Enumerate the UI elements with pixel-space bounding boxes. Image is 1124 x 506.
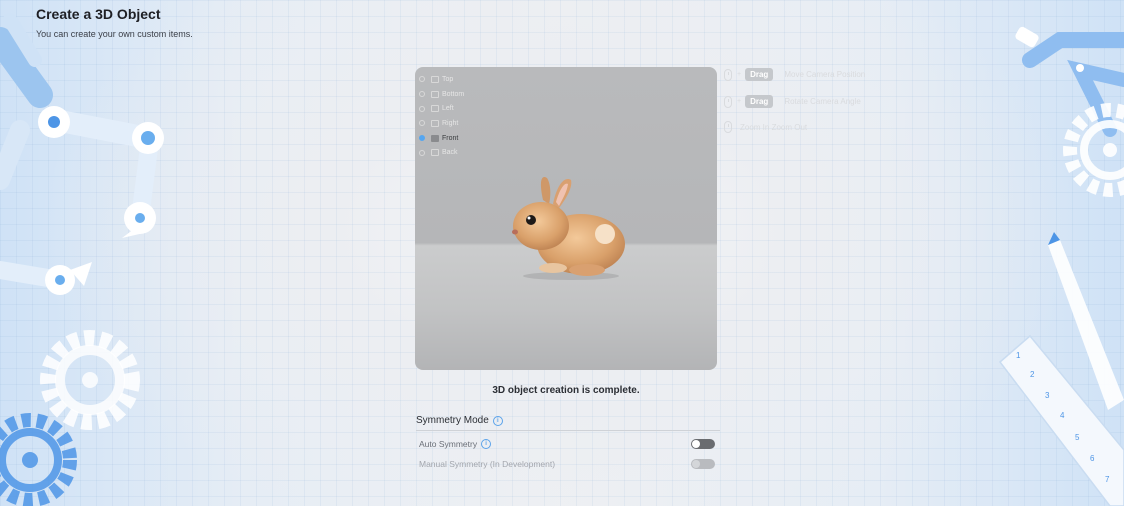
top-view-icon [431,75,439,83]
rabbit-model[interactable] [501,170,631,282]
page-subtitle: You can create your own custom items. [36,29,193,39]
radio-icon[interactable] [419,105,425,112]
view-option-back[interactable]: Back [419,145,464,160]
radio-icon[interactable] [419,135,425,142]
gear-illustration-left [0,330,140,506]
hint-text: Move Camera Position [784,70,866,79]
view-option-right[interactable]: Right [419,116,464,131]
hint-text: Rotate Camera Angle [784,97,861,106]
bottom-view-icon [431,90,439,98]
svg-text:1: 1 [1016,351,1021,360]
radio-icon[interactable] [419,120,425,127]
auto-symmetry-row: Auto Symmetry i [419,439,715,449]
manual-symmetry-toggle [691,459,715,469]
3d-preview-viewport[interactable]: Top Bottom Left Right Front Back [415,67,717,370]
left-mouse-icon [724,68,732,81]
page-title: Create a 3D Object [36,6,161,22]
view-option-left[interactable]: Left [419,101,464,116]
section-divider [416,430,720,431]
toggle-knob [692,460,700,468]
radio-icon[interactable] [419,149,425,156]
view-option-label: Right [442,119,459,127]
left-view-icon [431,105,439,113]
hint-move-camera: + Drag Move Camera Position [724,68,865,81]
view-option-label: Top [442,75,454,83]
plus-icon: + [737,71,742,78]
right-mouse-icon [724,95,732,108]
symmetry-mode-label: Symmetry Mode [416,415,489,426]
symmetry-mode-title: Symmetry Mode i [416,415,503,426]
manual-symmetry-row: Manual Symmetry (In Development) [419,459,715,469]
hint-zoom: Zoom In Zoom Out [724,121,807,133]
view-option-label: Back [442,149,458,157]
robot-arm-illustration [0,13,164,295]
svg-text:4: 4 [1060,411,1065,420]
view-option-bottom[interactable]: Bottom [419,87,464,102]
view-option-label: Front [442,134,459,142]
creation-status-message: 3D object creation is complete. [492,385,640,396]
hint-rotate-camera: + Drag Rotate Camera Angle [724,95,861,108]
auto-symmetry-label: Auto Symmetry [419,439,478,449]
camera-view-list: Top Bottom Left Right Front Back [419,72,464,160]
svg-text:2: 2 [1030,370,1035,379]
back-view-icon [431,149,439,157]
manual-symmetry-label: Manual Symmetry (In Development) [419,459,556,469]
svg-text:5: 5 [1075,433,1080,442]
info-icon[interactable]: i [481,439,492,449]
gear-illustration-right [1063,103,1124,197]
front-view-icon [431,134,439,142]
drag-badge: Drag [745,68,774,81]
radio-icon[interactable] [419,76,425,83]
hint-text: Zoom In Zoom Out [740,122,808,132]
right-view-icon [431,119,439,127]
auto-symmetry-toggle[interactable] [691,439,715,449]
drag-badge: Drag [745,95,774,108]
svg-text:7: 7 [1105,475,1110,484]
view-option-label: Left [442,105,454,113]
svg-text:6: 6 [1090,454,1095,463]
radio-icon[interactable] [419,91,425,98]
view-option-front[interactable]: Front [419,131,464,146]
svg-text:3: 3 [1045,391,1050,400]
plus-icon: + [737,98,742,105]
info-icon[interactable]: i [492,415,503,426]
scroll-wheel-icon [724,121,732,133]
view-option-label: Bottom [442,90,465,98]
view-option-top[interactable]: Top [419,72,464,87]
toggle-knob [692,440,700,448]
